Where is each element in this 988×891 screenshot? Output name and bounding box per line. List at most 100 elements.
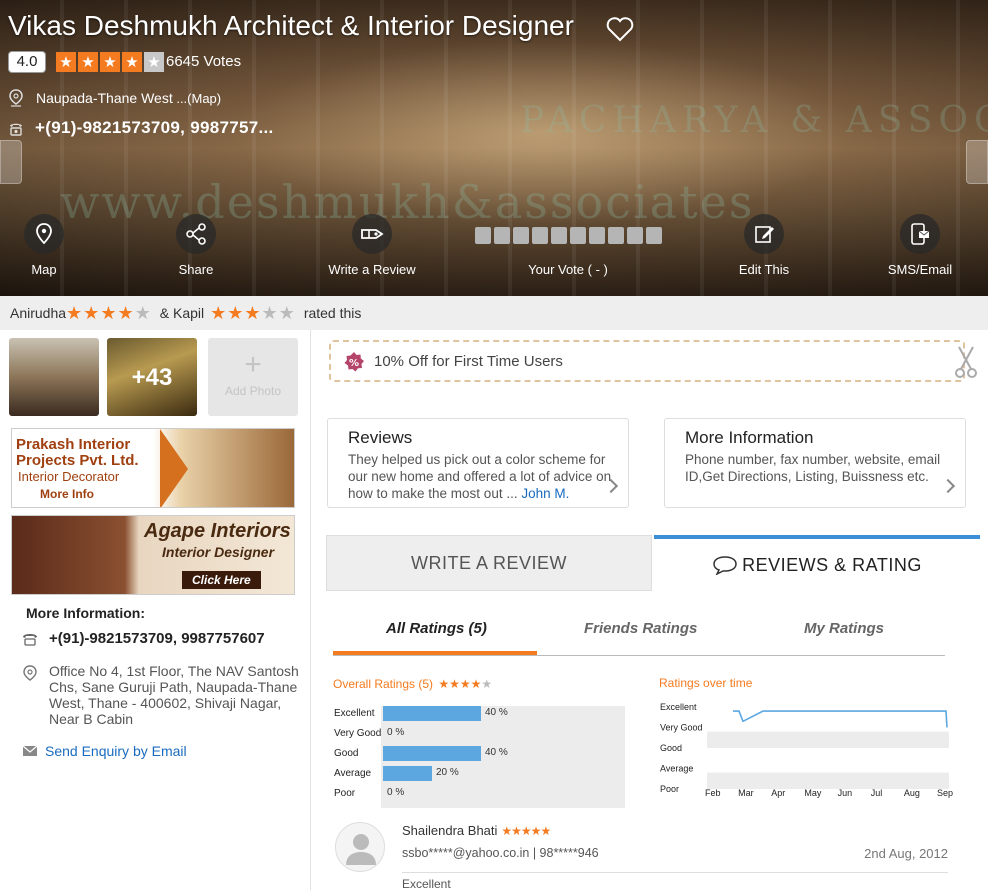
rating-bar-row: Average 20 % (333, 766, 625, 782)
y-axis-label: Good (660, 743, 682, 753)
review-date: 2nd Aug, 2012 (864, 846, 948, 861)
star-icon: ★ (100, 52, 120, 72)
ad-arrow-icon (160, 429, 188, 507)
scissors-icon (955, 346, 977, 378)
listing-location[interactable]: Naupada-Thane West ...(Map) (36, 90, 221, 106)
review-author-link[interactable]: John M. (521, 486, 569, 501)
plus-icon: + (244, 348, 262, 381)
share-action[interactable]: Share (166, 214, 226, 277)
reviewer-stars: ★★★★★ (501, 824, 551, 838)
ratings-over-time-title: Ratings over time (659, 676, 753, 690)
rating-score: 4.0 (8, 51, 46, 73)
x-axis-label: Sep (937, 788, 953, 798)
pen-review-icon (361, 229, 384, 239)
x-axis-label: Apr (771, 788, 785, 798)
more-info-card-title: More Information (685, 428, 814, 447)
x-axis-label: May (804, 788, 822, 798)
rating-bar-label: Excellent (334, 708, 375, 719)
edit-this-action[interactable]: Edit This (734, 214, 794, 277)
left-sidebar: +43 + Add Photo Prakash Interior Projects… (0, 330, 311, 890)
ratings-over-time-chart: Excellent Very Good Good Average Poor Feb Mar A… (659, 700, 961, 804)
review-rating-word: Excellent (402, 877, 451, 891)
y-axis-label: Average (660, 764, 693, 774)
add-photo-button[interactable]: + Add Photo (208, 338, 298, 416)
your-vote-action[interactable]: Your Vote ( - ) (472, 214, 664, 277)
map-action[interactable]: Map (14, 214, 74, 277)
phone-icon (10, 123, 22, 136)
photo-thumbnail[interactable] (9, 338, 99, 416)
location-pin-icon (23, 665, 37, 681)
tab-write-review[interactable]: WRITE A REVIEW (326, 535, 652, 591)
more-info-address: Office No 4, 1st Floor, The NAV Santosh … (49, 663, 299, 727)
subtab-all-ratings[interactable]: All Ratings (5) (386, 620, 487, 637)
reviews-card-title: Reviews (348, 428, 413, 447)
offer-coupon[interactable]: % 10% Off for First Time Users (329, 340, 977, 382)
star-icon: ★ (122, 52, 142, 72)
more-info-card-text: Phone number, fax number, website, email… (685, 452, 941, 484)
overall-ratings-title: Overall Ratings (5) ★★★★★ (333, 677, 493, 691)
y-axis-label: Very Good (660, 723, 703, 733)
divider (402, 872, 948, 873)
rating-bar-percent: 20 % (436, 767, 459, 778)
x-axis-label: Feb (705, 788, 721, 798)
rater-stars-2: ★★★★★ (210, 302, 296, 323)
write-review-action[interactable]: Write a Review (322, 214, 422, 277)
overall-ratings-bar-chart: Excellent 40 % Very Good 0 % Good 40 % Average… (333, 706, 625, 808)
subtab-my-ratings[interactable]: My Ratings (804, 620, 884, 637)
rating-bar-percent: 40 % (485, 707, 508, 718)
rating-subtabs: All Ratings (5) Friends Ratings My Ratin… (333, 610, 945, 656)
listing-title: Vikas Deshmukh Architect & Interior Desi… (8, 10, 574, 41)
y-axis-label: Excellent (660, 702, 697, 712)
x-axis-label: Jul (871, 788, 883, 798)
rating-bar-percent: 40 % (485, 747, 508, 758)
listing-phone[interactable]: +(91)-9821573709, 9987757... (35, 118, 274, 138)
y-axis-label: Poor (660, 784, 679, 794)
x-axis-label: Mar (738, 788, 754, 798)
rating-bar-label: Good (334, 748, 359, 759)
ratings-over-time-line (733, 710, 948, 728)
offer-text: 10% Off for First Time Users (374, 353, 563, 370)
ad-prakash-interior[interactable]: Prakash Interior Projects Pvt. Ltd. Inter… (11, 428, 295, 508)
subtab-friends-ratings[interactable]: Friends Ratings (584, 620, 697, 637)
reviews-card-text: They helped us pick out a color scheme f… (348, 452, 612, 501)
reviews-card[interactable]: Reviews They helped us pick out a color … (327, 418, 629, 508)
more-information-card[interactable]: More Information Phone number, fax numbe… (664, 418, 966, 508)
rating-bar (383, 766, 432, 781)
more-info-phone[interactable]: +(91)-9821573709, 9987757607 (49, 630, 265, 647)
rating-bar (383, 746, 481, 761)
vote-squares[interactable] (472, 227, 664, 245)
svg-text:%: % (349, 358, 359, 369)
rating-bar-row: Excellent 40 % (333, 706, 625, 722)
rater-name[interactable]: Anirudha (10, 305, 66, 321)
more-info-title: More Information: (26, 605, 145, 621)
photo-more-thumbnail[interactable]: +43 (107, 338, 197, 416)
reviewer-contact: ssbo*****@yahoo.co.in | 98*****946 (402, 846, 599, 860)
next-photo-arrow[interactable] (966, 140, 988, 184)
email-icon (22, 745, 38, 756)
send-enquiry-link[interactable]: Send Enquiry by Email (45, 743, 187, 759)
x-axis-label: Aug (904, 788, 920, 798)
star-icon: ★ (78, 52, 98, 72)
review-item: Shailendra Bhati ★★★★★ ssbo*****@yahoo.co… (333, 818, 948, 891)
sms-email-icon (911, 223, 930, 245)
avatar[interactable] (335, 822, 385, 872)
discount-badge-icon: % (344, 352, 364, 372)
tab-reviews-rating[interactable]: REVIEWS & RATING (654, 535, 980, 591)
share-icon (186, 223, 206, 245)
favorite-heart-icon[interactable] (606, 16, 634, 42)
rating-bar-percent: 0 % (387, 787, 405, 798)
sms-email-action[interactable]: SMS/Email (884, 214, 956, 277)
user-avatar-icon (346, 834, 376, 865)
rating-stars: ★ ★ ★ ★ ★ (56, 52, 166, 72)
star-icon: ★ (144, 52, 164, 72)
reviewer-name[interactable]: Shailendra Bhati ★★★★★ (402, 823, 551, 838)
location-pin-icon (9, 89, 23, 107)
prev-photo-arrow[interactable] (0, 140, 22, 184)
rating-bar-row: Very Good 0 % (333, 726, 625, 742)
speech-bubble-icon (713, 556, 737, 576)
rater-name-2[interactable]: & Kapil (160, 305, 204, 321)
rated-this-label: rated this (303, 305, 362, 321)
ad-agape-interiors[interactable]: Agape Interiors Interior Designer Click … (11, 515, 295, 595)
rated-by-bar: Anirudha ★★★★★ & Kapil ★★★★★ rated this (0, 296, 988, 330)
rating-bar-label: Poor (334, 788, 356, 799)
